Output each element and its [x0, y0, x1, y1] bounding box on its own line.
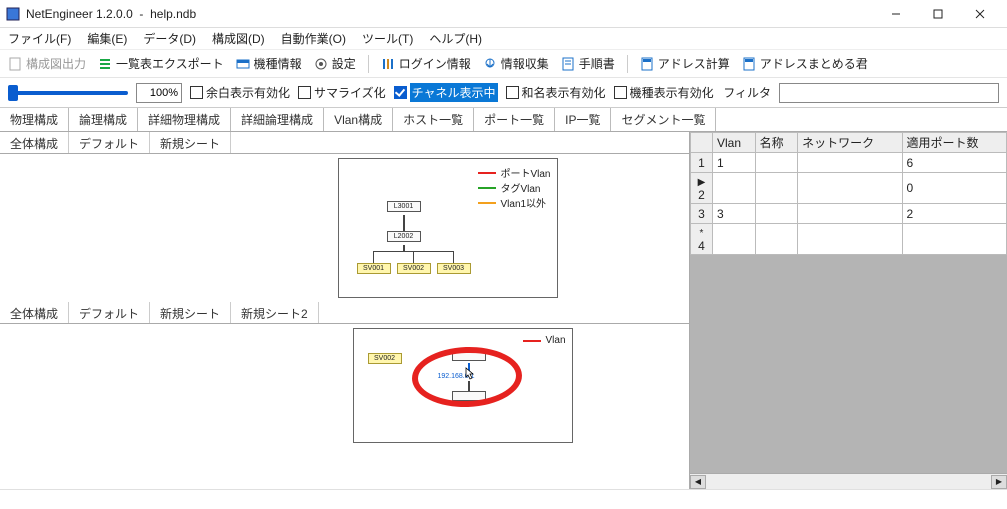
node-sv003[interactable]: SV003: [437, 263, 471, 274]
grid-header[interactable]: ネットワーク: [798, 133, 902, 153]
node-sv001[interactable]: SV001: [357, 263, 391, 274]
titlebar: NetEngineer 1.2.0.0 - help.ndb: [0, 0, 1007, 28]
blank-display-checkbox[interactable]: 余白表示有効化: [190, 84, 290, 101]
subtabs-top: 全体構成デフォルト新規シート: [0, 132, 689, 154]
subtab-デフォルト[interactable]: デフォルト: [69, 132, 150, 153]
subtabs-bottom: 全体構成デフォルト新規シート新規シート2: [0, 302, 689, 324]
table-row[interactable]: * 4: [691, 224, 1007, 255]
key-icon: [381, 57, 395, 71]
menu-自動作業(O)[interactable]: 自動作業(O): [281, 30, 346, 47]
scroll-right-button[interactable]: ▶: [991, 475, 1007, 489]
tab-IP一覧[interactable]: IP一覧: [555, 108, 611, 131]
subtab-新規シート2[interactable]: 新規シート2: [231, 302, 319, 323]
download-icon: [483, 57, 497, 71]
gear-icon: [314, 57, 328, 71]
doc-icon: [561, 57, 575, 71]
node-sv002[interactable]: SV002: [397, 263, 431, 274]
tab-物理構成[interactable]: 物理構成: [0, 108, 69, 131]
menu-編集(E)[interactable]: 編集(E): [87, 30, 127, 47]
subtab-新規シート[interactable]: 新規シート: [150, 132, 231, 153]
cursor-icon: [462, 367, 476, 386]
address-aggregate-button[interactable]: アドレスまとめる君: [742, 55, 868, 72]
model-display-checkbox[interactable]: 機種表示有効化: [614, 84, 714, 101]
device-info-button[interactable]: 機種情報: [236, 55, 302, 72]
vlan-grid[interactable]: Vlan名称ネットワーク適用ポート数 116▶ 220 332* 4: [690, 132, 1007, 255]
diagram-output-button[interactable]: 構成図出力: [8, 55, 86, 72]
zoom-slider[interactable]: [8, 91, 128, 95]
close-button[interactable]: [959, 2, 1001, 26]
minimize-button[interactable]: [875, 2, 917, 26]
menu-データ(D)[interactable]: データ(D): [143, 30, 196, 47]
list-icon: [98, 57, 112, 71]
toolbar: 構成図出力 一覧表エクスポート 機種情報 設定 ログイン情報 情報収集 手順書 …: [0, 50, 1007, 78]
tab-論理構成[interactable]: 論理構成: [69, 108, 138, 131]
legend-bottom: Vlan: [523, 335, 565, 346]
slider-thumb[interactable]: [8, 85, 18, 101]
tab-Vlan構成[interactable]: Vlan構成: [324, 108, 393, 131]
menu-構成図(D)[interactable]: 構成図(D): [212, 30, 265, 47]
subtab-デフォルト[interactable]: デフォルト: [69, 302, 150, 323]
grid-header[interactable]: Vlan: [713, 133, 756, 153]
menu-ヘルプ(H)[interactable]: ヘルプ(H): [429, 30, 482, 47]
menu-ツール(T)[interactable]: ツール(T): [362, 30, 413, 47]
japanese-name-checkbox[interactable]: 和名表示有効化: [506, 84, 606, 101]
node-sv002-bottom[interactable]: SV002: [368, 353, 402, 364]
options-bar: 余白表示有効化 サマライズ化 チャネル表示中 和名表示有効化 機種表示有効化 フ…: [0, 78, 1007, 108]
tab-ホスト一覧[interactable]: ホスト一覧: [393, 108, 474, 131]
tab-詳細論理構成[interactable]: 詳細論理構成: [231, 108, 324, 131]
tab-セグメント一覧[interactable]: セグメント一覧: [611, 108, 716, 131]
login-info-button[interactable]: ログイン情報: [381, 55, 471, 72]
settings-button[interactable]: 設定: [314, 55, 356, 72]
vlan-grid-panel: Vlan名称ネットワーク適用ポート数 116▶ 220 332* 4 ◀ ▶: [690, 132, 1007, 489]
calc-icon: [742, 57, 756, 71]
menu-ファイル(F)[interactable]: ファイル(F): [8, 30, 71, 47]
grid-header[interactable]: 適用ポート数: [902, 133, 1006, 153]
address-calc-button[interactable]: アドレス計算: [640, 55, 730, 72]
page-icon: [8, 57, 22, 71]
grid-hscroll[interactable]: ◀ ▶: [690, 473, 1007, 489]
menubar: ファイル(F) 編集(E) データ(D) 構成図(D) 自動作業(O) ツール(T) ヘルプ…: [0, 28, 1007, 50]
calc-icon: [640, 57, 654, 71]
window-title: NetEngineer 1.2.0.0 - help.ndb: [26, 7, 875, 21]
table-row[interactable]: ▶ 220: [691, 173, 1007, 204]
maximize-button[interactable]: [917, 2, 959, 26]
toolbar-separator: [368, 55, 369, 73]
tab-詳細物理構成[interactable]: 詳細物理構成: [138, 108, 231, 131]
node-l2002[interactable]: L2002: [387, 231, 421, 242]
subtab-全体構成[interactable]: 全体構成: [0, 302, 69, 323]
subtab-新規シート[interactable]: 新規シート: [150, 302, 231, 323]
toolbar-separator: [627, 55, 628, 73]
diagram-bottom[interactable]: Vlan SV002 192.168.0.1: [353, 328, 573, 443]
summarize-checkbox[interactable]: サマライズ化: [298, 84, 386, 101]
channel-display-checkbox[interactable]: チャネル表示中: [394, 83, 498, 102]
diagram-top[interactable]: ポートVlan タグVlan Vlan1以外 L3001 L2002 SV001…: [338, 158, 558, 298]
main-tabstrip: 物理構成論理構成詳細物理構成詳細論理構成Vlan構成ホスト一覧ポート一覧IP一覧…: [0, 108, 1007, 132]
filter-input[interactable]: [779, 83, 999, 103]
statusbar: [0, 489, 1007, 509]
app-icon: [6, 7, 20, 21]
device-icon: [236, 57, 250, 71]
list-export-button[interactable]: 一覧表エクスポート: [98, 55, 224, 72]
procedure-doc-button[interactable]: 手順書: [561, 55, 615, 72]
table-row[interactable]: 332: [691, 204, 1007, 224]
grid-header[interactable]: 名称: [755, 133, 798, 153]
filter-label: フィルタ: [723, 84, 771, 101]
info-gather-button[interactable]: 情報収集: [483, 55, 549, 72]
table-row[interactable]: 116: [691, 153, 1007, 173]
subtab-全体構成[interactable]: 全体構成: [0, 132, 69, 153]
legend-top: ポートVlan タグVlan Vlan1以外: [478, 165, 550, 210]
node-l3001[interactable]: L3001: [387, 201, 421, 212]
zoom-input[interactable]: [136, 83, 182, 103]
scroll-left-button[interactable]: ◀: [690, 475, 706, 489]
tab-ポート一覧[interactable]: ポート一覧: [474, 108, 555, 131]
